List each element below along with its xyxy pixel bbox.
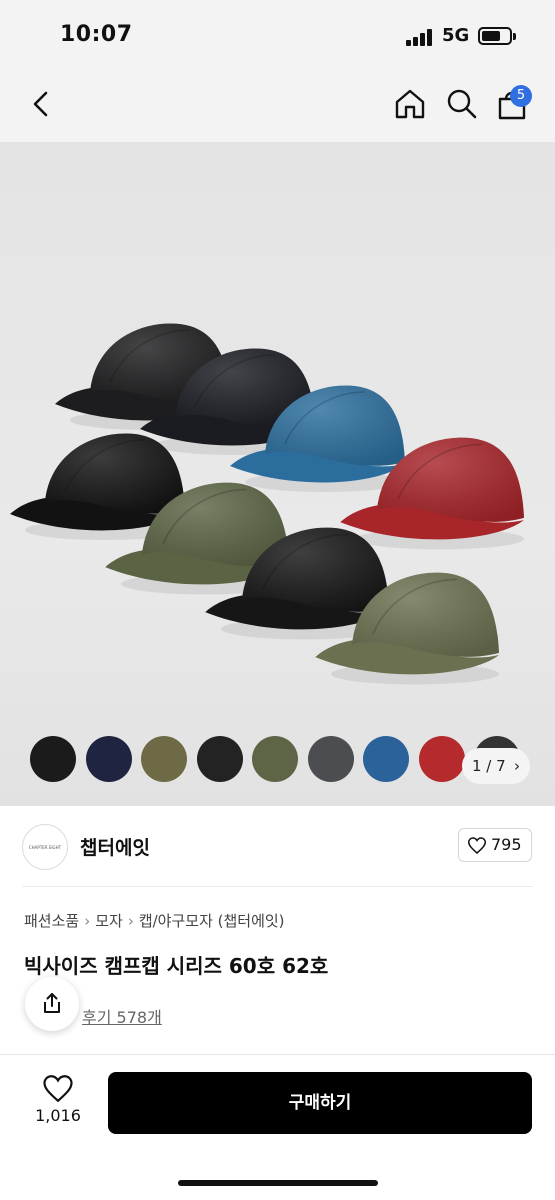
- status-bar: 10:07 5G: [0, 0, 555, 70]
- caps-photo: [10, 323, 524, 685]
- wish-count: 1,016: [35, 1106, 81, 1125]
- share-icon: [44, 993, 60, 1013]
- breadcrumb: 패션소품 › 모자 › 캡/야구모자 (챕터에잇): [24, 910, 285, 931]
- nav-bar: 5: [0, 70, 555, 142]
- status-time: 10:07: [60, 22, 133, 47]
- brand-like-count: 795: [491, 835, 522, 854]
- search-icon: [447, 89, 477, 119]
- breadcrumb-item[interactable]: 패션소품: [24, 912, 79, 930]
- image-pager[interactable]: 1 / 7 ›: [462, 748, 530, 784]
- brand-logo[interactable]: CHAPTER EIGHT: [22, 824, 68, 870]
- share-button[interactable]: [25, 977, 79, 1031]
- chevron-right-icon: ›: [514, 757, 520, 775]
- color-swatch[interactable]: [252, 736, 298, 782]
- heart-icon: [468, 837, 486, 854]
- color-swatch[interactable]: [307, 736, 354, 782]
- product-title: 빅사이즈 캠프캡 시리즈 60호 62호: [24, 954, 329, 978]
- color-swatch[interactable]: [85, 736, 132, 782]
- brand-logo-text: CHAPTER EIGHT: [28, 845, 62, 850]
- buy-button[interactable]: 구매하기: [108, 1072, 532, 1134]
- breadcrumb-item[interactable]: 캡/야구모자 (챕터에잇): [139, 912, 285, 930]
- signal-icon: [406, 28, 434, 46]
- wish-button[interactable]: 1,016: [30, 1075, 86, 1135]
- cart-count-badge: 5: [510, 85, 532, 107]
- chevron-right-icon: ›: [84, 912, 91, 930]
- chevron-right-icon: ›: [127, 912, 134, 930]
- heart-icon: [43, 1075, 73, 1102]
- back-button[interactable]: [24, 86, 60, 122]
- divider: [22, 886, 533, 887]
- brand-name[interactable]: 챕터에잇: [80, 833, 150, 860]
- color-swatch[interactable]: [363, 736, 409, 782]
- home-icon: [395, 89, 425, 119]
- home-indicator: [178, 1180, 378, 1186]
- color-swatch[interactable]: [30, 736, 76, 782]
- pager-label: 1 / 7: [472, 757, 506, 775]
- color-swatch[interactable]: [418, 736, 465, 782]
- divider: [0, 1054, 555, 1055]
- chevron-left-icon: [33, 91, 48, 117]
- search-button[interactable]: [444, 86, 480, 122]
- breadcrumb-item[interactable]: 모자: [95, 912, 123, 930]
- network-label: 5G: [442, 25, 470, 46]
- product-image[interactable]: [0, 142, 555, 806]
- color-swatch[interactable]: [141, 736, 187, 782]
- reviews-link[interactable]: 후기 578개: [82, 1004, 162, 1028]
- brand-like-button[interactable]: 795: [458, 828, 532, 862]
- color-swatch[interactable]: [196, 736, 243, 782]
- home-button[interactable]: [392, 86, 428, 122]
- battery-icon: [478, 27, 516, 45]
